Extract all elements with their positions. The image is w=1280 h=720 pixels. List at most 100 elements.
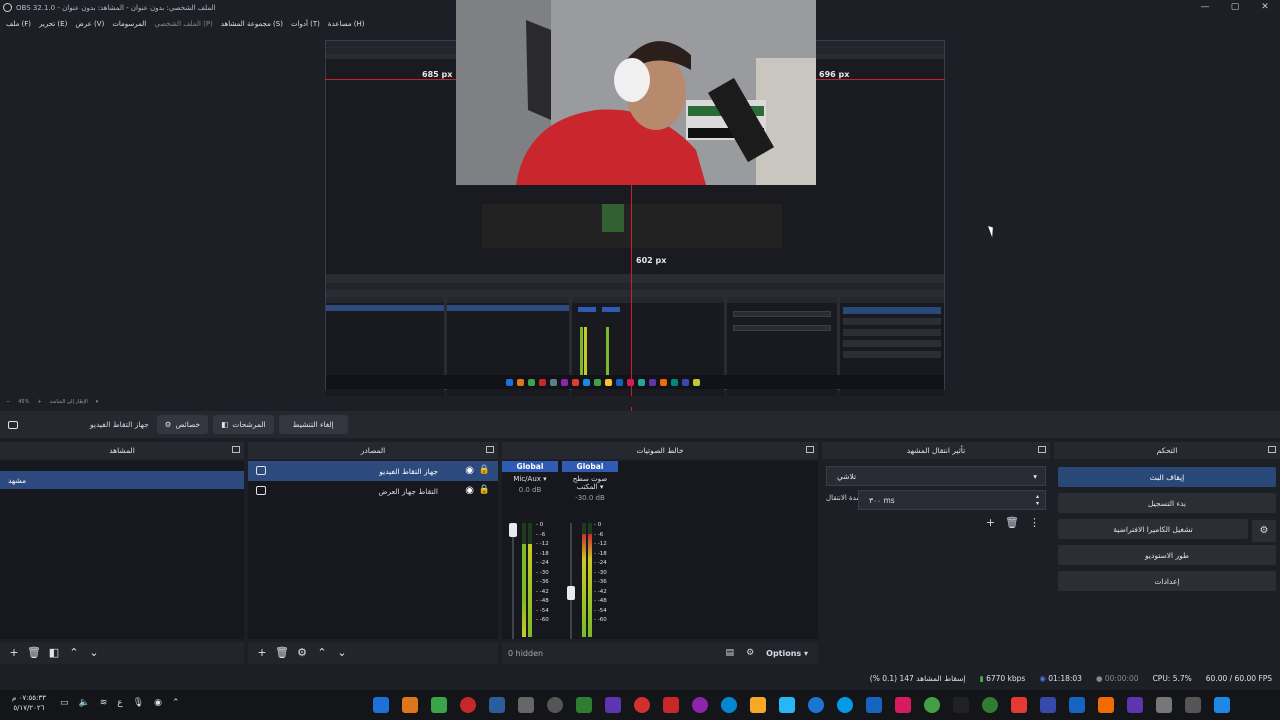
- maximize-button[interactable]: ▢: [1220, 0, 1250, 15]
- fader-knob[interactable]: [567, 586, 575, 600]
- wifi-icon[interactable]: ≋: [100, 698, 108, 708]
- lock-icon[interactable]: 🔒: [479, 485, 490, 495]
- youtube-icon[interactable]: [1010, 697, 1027, 713]
- fader-knob[interactable]: [509, 523, 517, 537]
- scene-filters-button[interactable]: ◧: [46, 645, 62, 661]
- file-explorer-icon[interactable]: [749, 697, 766, 713]
- app-icon[interactable]: [604, 697, 621, 713]
- close-button[interactable]: ✕: [1250, 0, 1280, 15]
- windows-start-icon[interactable]: [1213, 697, 1230, 713]
- obs-tray-icon[interactable]: ◉: [154, 698, 162, 708]
- tiktok-icon[interactable]: [952, 697, 969, 713]
- filters-button[interactable]: ◧ المرشحات: [213, 415, 274, 434]
- channel-name[interactable]: صوت سطح المكتب ▾: [562, 475, 618, 491]
- app-icon[interactable]: [778, 697, 795, 713]
- visibility-eye-icon[interactable]: ◉: [465, 465, 474, 476]
- clock[interactable]: ٠٧:٥٥:٣٣ م ٥/١٧/٢٠٢٦: [12, 693, 46, 713]
- transition-menu-icon[interactable]: ⋮: [1029, 516, 1040, 529]
- menu-view[interactable]: عرض (V): [75, 20, 104, 28]
- webcam-feed[interactable]: [456, 0, 816, 185]
- start-recording-button[interactable]: بدء التسجيل: [1058, 493, 1276, 513]
- settings-button[interactable]: إعدادات: [1058, 571, 1276, 591]
- illustrator-icon[interactable]: [1097, 697, 1114, 713]
- app-icon[interactable]: [662, 697, 679, 713]
- photoshop-icon[interactable]: [1068, 697, 1085, 713]
- undock-icon[interactable]: [1268, 446, 1276, 453]
- duration-spinbox[interactable]: ٣٠٠ ms ▴ ▾: [858, 490, 1046, 510]
- channel-name[interactable]: Mic/Aux ▾: [502, 475, 558, 483]
- task-view-icon[interactable]: [1184, 697, 1201, 713]
- zoom-dropdown-icon[interactable]: ▾: [96, 399, 99, 405]
- add-transition-button[interactable]: +: [986, 516, 995, 529]
- visibility-eye-icon[interactable]: ◉: [465, 485, 474, 496]
- start-virtual-camera-button[interactable]: تشغيل الكاميرا الافتراضية: [1058, 519, 1248, 539]
- app-icon[interactable]: [1155, 697, 1172, 713]
- menu-docks[interactable]: المرسومات: [112, 20, 146, 28]
- move-down-button[interactable]: ⌄: [86, 645, 102, 661]
- source-item[interactable]: التقاط جهاز العرض ◉ 🔒: [248, 481, 498, 501]
- add-scene-button[interactable]: +: [6, 645, 22, 661]
- telegram-icon[interactable]: [836, 697, 853, 713]
- options-dropdown[interactable]: Options ▾: [766, 649, 808, 658]
- facebook-icon[interactable]: [865, 697, 882, 713]
- messenger-icon[interactable]: [807, 697, 824, 713]
- studio-mode-button[interactable]: طور الاستوديو: [1058, 545, 1276, 565]
- tray-expand-icon[interactable]: ⌃: [172, 698, 180, 708]
- menu-scene-collection[interactable]: مجموعة المشاهد (S): [221, 20, 283, 28]
- chrome-icon[interactable]: [923, 697, 940, 713]
- undock-icon[interactable]: [806, 446, 814, 453]
- move-up-button[interactable]: ⌃: [66, 645, 82, 661]
- mixer-layout-icon[interactable]: ▤: [726, 648, 735, 658]
- properties-button[interactable]: ⚙ خصائص: [156, 415, 209, 434]
- remove-transition-button[interactable]: 🗑: [1005, 516, 1019, 529]
- stop-streaming-button[interactable]: إيقاف البث: [1058, 467, 1276, 487]
- whatsapp-icon[interactable]: [981, 697, 998, 713]
- zoom-in-button[interactable]: +: [37, 399, 41, 405]
- steam-icon[interactable]: [488, 697, 505, 713]
- minimize-button[interactable]: —: [1190, 0, 1220, 15]
- move-down-button[interactable]: ⌄: [334, 645, 350, 661]
- remove-source-button[interactable]: 🗑: [274, 645, 290, 661]
- menu-profile[interactable]: الملف الشخصي (P): [154, 20, 213, 28]
- app-icon[interactable]: [546, 697, 563, 713]
- undock-icon[interactable]: [232, 446, 240, 453]
- transition-select[interactable]: تلاشي ▾: [826, 466, 1046, 486]
- app-icon[interactable]: [372, 697, 389, 713]
- microphone-icon[interactable]: 🎙: [133, 698, 144, 708]
- volume-fader[interactable]: [570, 523, 572, 639]
- volume-icon[interactable]: 🔈: [79, 698, 90, 708]
- app-icon[interactable]: [517, 697, 534, 713]
- source-item[interactable]: جهاز التقاط الفيديو ◉ 🔒: [248, 461, 498, 481]
- premiere-icon[interactable]: [1126, 697, 1143, 713]
- edge-icon[interactable]: [720, 697, 737, 713]
- move-up-button[interactable]: ⌃: [314, 645, 330, 661]
- menu-file[interactable]: ملف (F): [6, 20, 31, 28]
- pinterest-icon[interactable]: [633, 697, 650, 713]
- undock-icon[interactable]: [486, 446, 494, 453]
- preview-canvas[interactable]: 685 px 696 px 602 px: [0, 0, 1280, 420]
- remove-scene-button[interactable]: 🗑: [26, 645, 42, 661]
- app-icon[interactable]: [401, 697, 418, 713]
- zoom-out-button[interactable]: −: [6, 399, 10, 405]
- menu-tools[interactable]: أدوات (T): [291, 20, 320, 28]
- language-indicator[interactable]: ع: [117, 698, 122, 708]
- source-properties-button[interactable]: ⚙: [294, 645, 310, 661]
- advanced-audio-icon[interactable]: ⚙: [746, 648, 754, 658]
- menu-help[interactable]: مساعدة (H): [328, 20, 365, 28]
- scene-item[interactable]: مشهد: [0, 471, 244, 489]
- menu-edit[interactable]: تحرير (E): [39, 20, 67, 28]
- instagram-icon[interactable]: [894, 697, 911, 713]
- undock-icon[interactable]: [1038, 446, 1046, 453]
- source-toolbar: جهاز التقاط الفيديو ⚙ خصائص ◧ المرشحات إ…: [0, 411, 1280, 438]
- app-icon[interactable]: [430, 697, 447, 713]
- battery-icon[interactable]: ▭: [60, 698, 69, 708]
- volume-fader[interactable]: [512, 523, 514, 639]
- virtual-camera-gear-icon[interactable]: ⚙: [1252, 520, 1276, 542]
- deactivate-button[interactable]: إلغاء التنشيط: [278, 415, 348, 434]
- app-icon[interactable]: [691, 697, 708, 713]
- lock-icon[interactable]: 🔒: [479, 465, 490, 475]
- after-effects-icon[interactable]: [1039, 697, 1056, 713]
- app-icon[interactable]: [459, 697, 476, 713]
- add-source-button[interactable]: +: [254, 645, 270, 661]
- drive-icon[interactable]: [575, 697, 592, 713]
